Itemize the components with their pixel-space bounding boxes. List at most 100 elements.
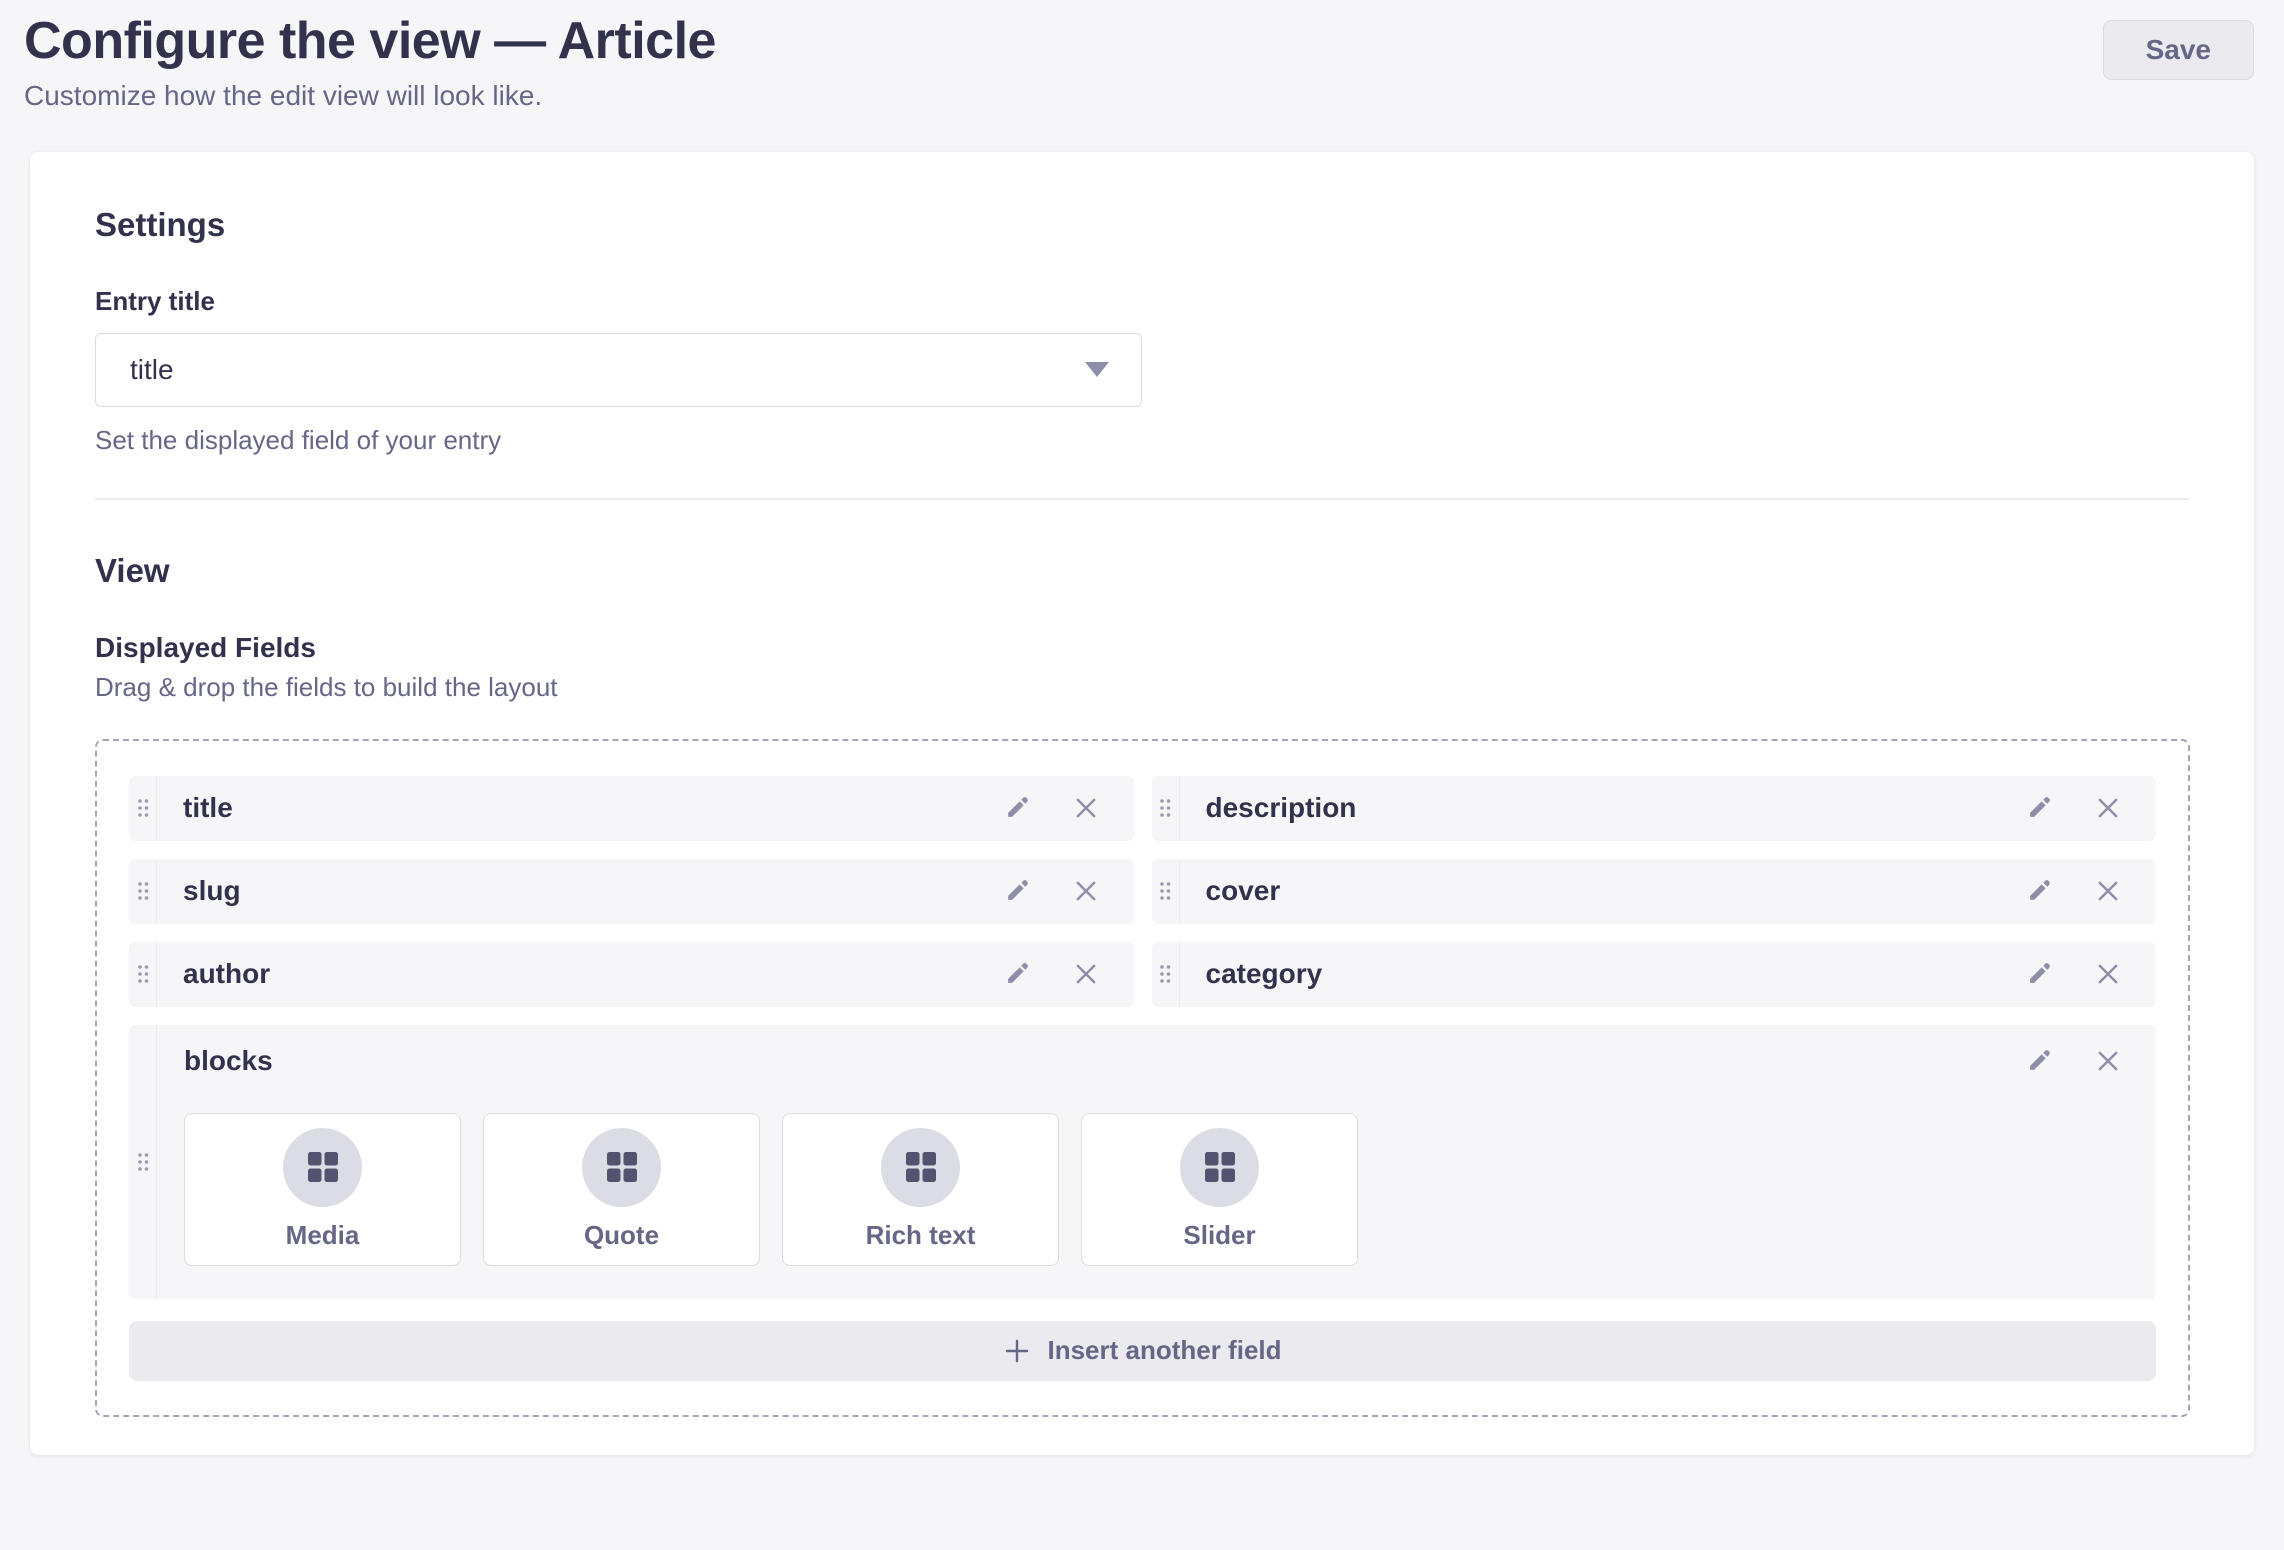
field-label: title (183, 792, 233, 824)
insert-another-field-button[interactable]: Insert another field (129, 1321, 2156, 1381)
settings-section: Settings Entry title title Set the displ… (95, 206, 2189, 456)
remove-field-button[interactable] (2094, 1047, 2122, 1075)
pencil-icon (2024, 1046, 2054, 1076)
field-card-description: description (1152, 776, 2157, 841)
drag-handle[interactable] (129, 859, 157, 924)
close-icon (2094, 1047, 2122, 1075)
field-actions (1002, 793, 1134, 823)
close-icon (2094, 794, 2122, 822)
page-subtitle: Customize how the edit view will look li… (24, 80, 716, 112)
section-divider (95, 498, 2189, 500)
close-icon (1072, 960, 1100, 988)
field-label: slug (183, 875, 241, 907)
field-label: cover (1206, 875, 1281, 907)
remove-field-button[interactable] (1072, 960, 1100, 988)
field-card-author: author (129, 942, 1134, 1007)
remove-field-button[interactable] (2094, 877, 2122, 905)
blocks-header: blocks (184, 1045, 2122, 1077)
field-card-cover: cover (1152, 859, 2157, 924)
field-actions (1002, 876, 1134, 906)
field-actions (2024, 1046, 2122, 1076)
field-actions (2024, 793, 2156, 823)
component-card-quote[interactable]: Quote (483, 1113, 760, 1266)
drag-handle-icon (1158, 963, 1172, 985)
fields-dropzone: title description (95, 739, 2190, 1417)
drag-handle[interactable] (1152, 776, 1180, 841)
pencil-icon (1002, 876, 1032, 906)
entry-title-select-value: title (130, 354, 174, 386)
field-card-blocks: blocks (129, 1025, 2156, 1299)
entry-title-label: Entry title (95, 286, 2189, 317)
component-card-media[interactable]: Media (184, 1113, 461, 1266)
view-heading: View (95, 552, 2189, 590)
insert-another-field-label: Insert another field (1047, 1335, 1281, 1366)
drag-handle-icon (136, 880, 150, 902)
field-label: blocks (184, 1045, 273, 1077)
remove-field-button[interactable] (2094, 960, 2122, 988)
displayed-fields-hint: Drag & drop the fields to build the layo… (95, 672, 2189, 703)
main-card: Settings Entry title title Set the displ… (30, 152, 2254, 1455)
drag-handle[interactable] (129, 942, 157, 1007)
component-circle (1180, 1128, 1259, 1207)
close-icon (2094, 960, 2122, 988)
drag-handle-icon (136, 797, 150, 819)
plus-icon (1003, 1337, 1031, 1365)
drag-handle-icon (1158, 880, 1172, 902)
edit-field-button[interactable] (2024, 876, 2054, 906)
drag-handle[interactable] (1152, 942, 1180, 1007)
grid-icon (1202, 1149, 1238, 1185)
remove-field-button[interactable] (1072, 877, 1100, 905)
fields-grid: title description (129, 776, 2156, 1299)
entry-title-select[interactable]: title (95, 333, 1142, 407)
pencil-icon (1002, 793, 1032, 823)
remove-field-button[interactable] (1072, 794, 1100, 822)
pencil-icon (2024, 959, 2054, 989)
drag-handle[interactable] (129, 776, 157, 841)
field-card-title: title (129, 776, 1134, 841)
field-label: author (183, 958, 270, 990)
displayed-fields-title: Displayed Fields (95, 632, 2189, 664)
component-label: Rich text (866, 1220, 976, 1251)
field-card-category: category (1152, 942, 2157, 1007)
field-actions (2024, 876, 2156, 906)
blocks-content: blocks (157, 1025, 2156, 1299)
drag-handle-icon (1158, 797, 1172, 819)
component-circle (283, 1128, 362, 1207)
edit-field-button[interactable] (2024, 793, 2054, 823)
pencil-icon (2024, 793, 2054, 823)
field-actions (2024, 959, 2156, 989)
close-icon (1072, 794, 1100, 822)
field-label: description (1206, 792, 1357, 824)
save-button[interactable]: Save (2103, 20, 2254, 80)
pencil-icon (1002, 959, 1032, 989)
edit-field-button[interactable] (1002, 793, 1032, 823)
entry-title-hint: Set the displayed field of your entry (95, 425, 2189, 456)
drag-handle[interactable] (129, 1025, 157, 1299)
view-section: View Displayed Fields Drag & drop the fi… (95, 552, 2189, 1417)
edit-field-button[interactable] (1002, 959, 1032, 989)
pencil-icon (2024, 876, 2054, 906)
grid-icon (903, 1149, 939, 1185)
field-actions (1002, 959, 1134, 989)
field-label: category (1206, 958, 1323, 990)
component-card-rich-text[interactable]: Rich text (782, 1113, 1059, 1266)
component-label: Slider (1183, 1220, 1255, 1251)
configure-view-page: Configure the view — Article Customize h… (0, 0, 2284, 1455)
remove-field-button[interactable] (2094, 794, 2122, 822)
edit-field-button[interactable] (2024, 959, 2054, 989)
field-card-slug: slug (129, 859, 1134, 924)
drag-handle-icon (136, 963, 150, 985)
drag-handle[interactable] (1152, 859, 1180, 924)
edit-field-button[interactable] (1002, 876, 1032, 906)
grid-icon (604, 1149, 640, 1185)
close-icon (2094, 877, 2122, 905)
component-card-slider[interactable]: Slider (1081, 1113, 1358, 1266)
page-title: Configure the view — Article (24, 12, 716, 72)
component-circle (881, 1128, 960, 1207)
component-circle (582, 1128, 661, 1207)
page-header: Configure the view — Article Customize h… (0, 0, 2284, 112)
components-row: Media Quote (184, 1113, 2122, 1266)
edit-field-button[interactable] (2024, 1046, 2054, 1076)
component-label: Quote (584, 1220, 659, 1251)
page-header-text: Configure the view — Article Customize h… (24, 12, 716, 112)
